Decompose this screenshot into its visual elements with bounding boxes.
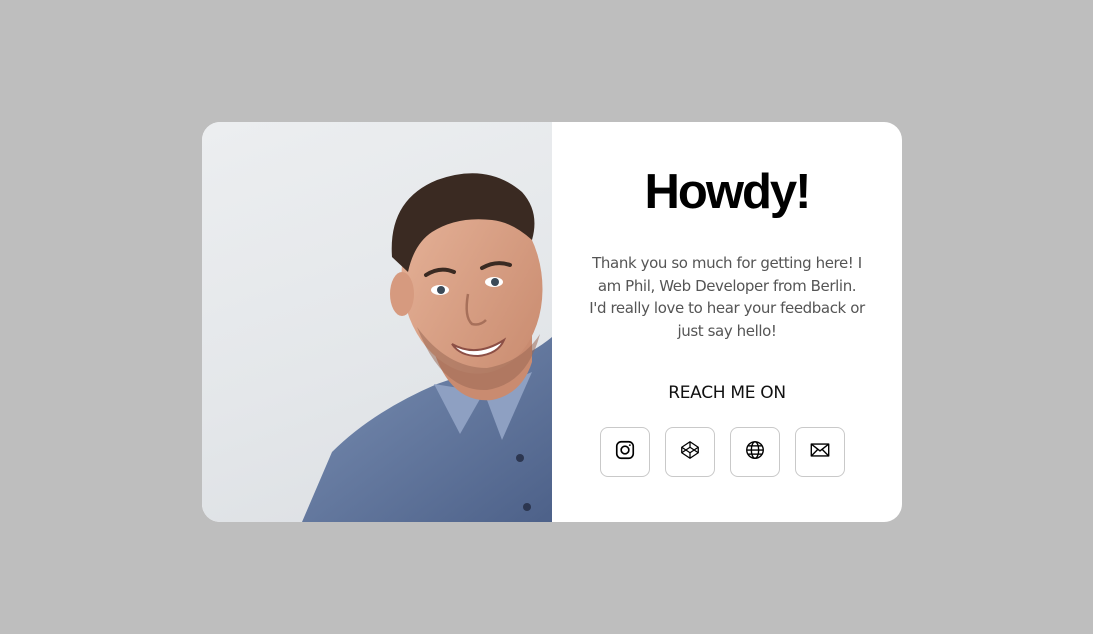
profile-photo [202,122,552,522]
profile-content: Howdy! Thank you so much for getting her… [552,122,902,522]
website-button[interactable] [730,427,780,477]
reach-me-label: REACH ME ON [668,383,786,403]
page-title: Howdy! [644,165,812,219]
social-links [600,427,845,477]
intro-message: Thank you so much for getting here! I am… [589,254,865,340]
instagram-icon [614,439,636,465]
profile-card: Howdy! Thank you so much for getting her… [202,122,902,522]
globe-icon [744,439,766,465]
codepen-icon [679,439,701,465]
mail-icon [809,439,831,465]
instagram-button[interactable] [600,427,650,477]
email-button[interactable] [795,427,845,477]
codepen-button[interactable] [665,427,715,477]
